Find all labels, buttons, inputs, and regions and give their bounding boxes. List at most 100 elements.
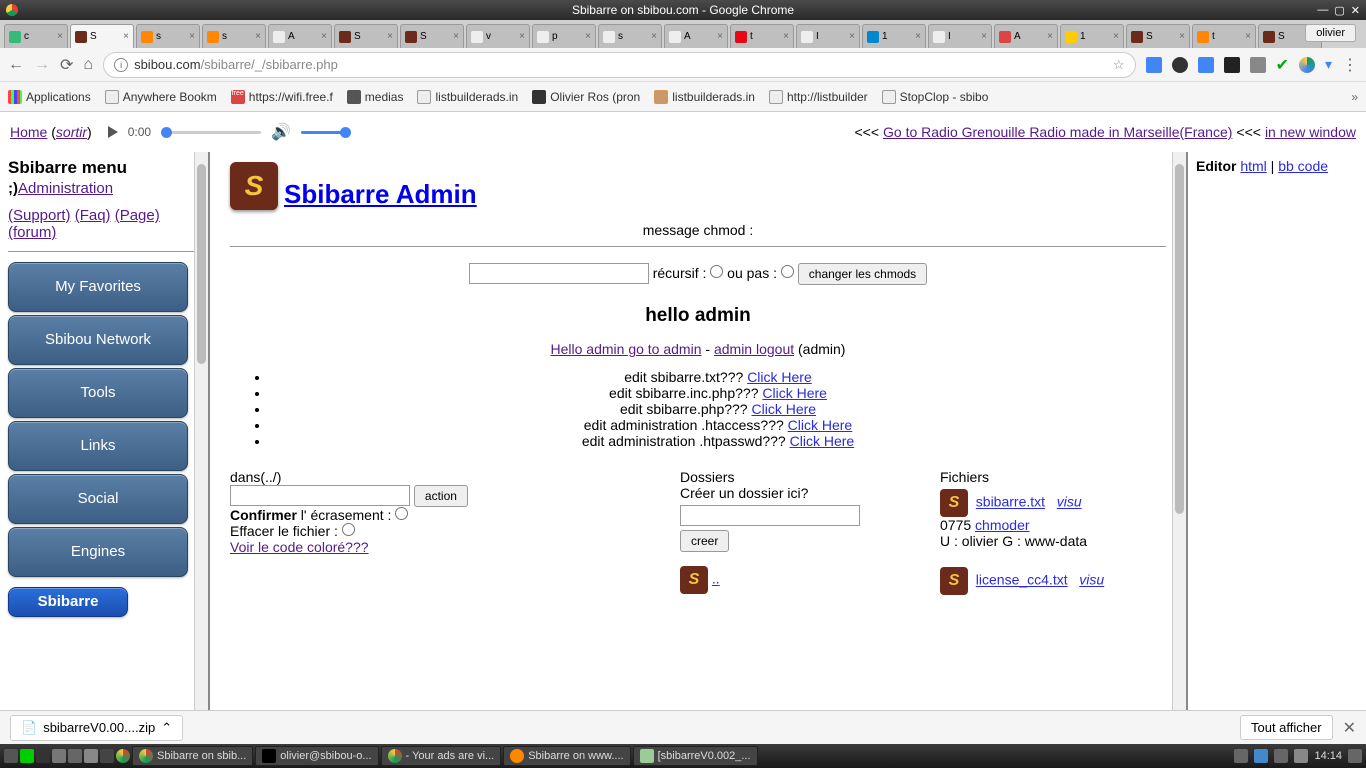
profile-button[interactable]: olivier [1305,24,1356,42]
taskbar-item[interactable]: olivier@sbibou-o... [255,746,378,766]
menu-network[interactable]: Sbibou Network [8,315,188,365]
tab[interactable]: I× [796,24,860,48]
menu-social[interactable]: Social [8,474,188,524]
chevron-up-icon[interactable]: ⌃ [161,720,172,736]
address-bar[interactable]: i sbibou.com/sbibarre/_/sbibarre.php ☆ [103,52,1135,78]
file-link[interactable]: license_cc4.txt [976,572,1068,588]
menu-tools[interactable]: Tools [8,368,188,418]
ext-icon[interactable] [1224,57,1240,73]
admin-link[interactable]: Administration [18,180,113,197]
audio-player[interactable]: 0:00 🔊 [100,118,359,146]
forum-link[interactable]: (forum) [8,224,56,241]
tb-icon[interactable] [100,749,114,763]
bookmark-item[interactable]: listbuilderads.in [654,90,755,104]
home-link[interactable]: Home [10,124,47,140]
taskbar-item[interactable]: Sbibarre on www.... [503,746,630,766]
chrome-icon[interactable] [116,749,130,763]
minimize-icon[interactable]: — [1317,4,1328,17]
tab[interactable]: s× [136,24,200,48]
action-button[interactable]: action [414,485,468,507]
ext-icon[interactable] [1146,57,1162,73]
close-icon[interactable]: ✕ [1351,4,1360,17]
html-link[interactable]: html [1240,158,1266,174]
ext-icon[interactable] [1198,57,1214,73]
tab[interactable]: v× [466,24,530,48]
bookmark-item[interactable]: medias [347,90,404,104]
download-item[interactable]: 📄 sbibarreV0.00....zip ⌃ [10,715,183,741]
bookmark-item[interactable]: Olivier Ros (pron [532,90,640,104]
main-scrollbar[interactable] [1172,152,1186,714]
visu-link[interactable]: visu [1057,494,1082,510]
site-info-icon[interactable]: i [114,58,128,72]
reload-icon[interactable]: ⟳ [60,55,73,75]
logout-link[interactable]: admin logout [714,341,794,357]
tab-active[interactable]: S× [70,24,134,48]
forward-icon[interactable]: → [34,56,50,74]
visu-link[interactable]: visu [1079,572,1104,588]
taskbar-item[interactable]: Sbibarre on sbib... [132,746,253,766]
volume-icon[interactable]: 🔊 [271,122,291,142]
recursif-radio[interactable] [710,265,723,278]
delete-radio[interactable] [342,523,355,536]
back-icon[interactable]: ← [8,56,24,74]
goto-admin-link[interactable]: Hello admin go to admin [551,341,702,357]
bookmark-overflow-icon[interactable]: » [1351,90,1358,104]
taskbar-item[interactable]: [sbibarreV0.002_... [633,746,758,766]
chmod-input[interactable] [469,263,649,284]
chmoder-link[interactable]: chmoder [975,517,1029,533]
tab[interactable]: S× [334,24,398,48]
show-all-downloads[interactable]: Tout afficher [1240,715,1333,740]
parent-dir-link[interactable]: .. [712,571,720,587]
new-window-link[interactable]: in new window [1265,124,1356,140]
tab[interactable]: S× [1126,24,1190,48]
bookmark-item[interactable]: http://listbuilder [769,90,868,104]
ext-icon[interactable] [1250,57,1266,73]
tray-icon[interactable] [1234,749,1248,763]
edit-link[interactable]: Click Here [790,433,855,449]
edit-link[interactable]: Click Here [747,369,812,385]
home-icon[interactable]: ⌂ [83,56,93,74]
bbcode-link[interactable]: bb code [1278,158,1328,174]
play-icon[interactable] [108,126,118,138]
folder-input[interactable] [680,505,860,526]
bookmark-item[interactable]: Anywhere Bookm [105,90,217,104]
ext-icon[interactable]: ▾ [1325,56,1332,73]
tb-icon[interactable] [68,749,82,763]
tab[interactable]: s× [598,24,662,48]
seek-slider[interactable] [161,131,261,134]
edit-link[interactable]: Click Here [762,385,827,401]
confirm-radio[interactable] [395,507,408,520]
menu-favorites[interactable]: My Favorites [8,262,188,312]
tray-icon[interactable] [1254,749,1268,763]
tab[interactable]: c× [4,24,68,48]
tab[interactable]: 1× [862,24,926,48]
support-link[interactable]: (Support) [8,207,71,224]
tray-icon[interactable] [1348,749,1362,763]
tb-icon[interactable] [52,749,66,763]
creer-button[interactable]: creer [680,530,729,552]
menu-engines[interactable]: Engines [8,527,188,577]
start-icon[interactable] [4,749,18,763]
menu-links[interactable]: Links [8,421,188,471]
tab[interactable]: t× [730,24,794,48]
faq-link[interactable]: (Faq) [75,207,111,224]
tb-icon[interactable] [84,749,98,763]
page-link[interactable]: (Page) [115,207,160,224]
menu-icon[interactable]: ⋮ [1342,55,1358,75]
sortir-link[interactable]: sortir [56,124,87,140]
chmod-button[interactable]: changer les chmods [798,263,927,285]
bookmark-item[interactable]: freehttps://wifi.free.f [231,90,333,104]
ext-icon[interactable]: ✔ [1276,55,1289,75]
maximize-icon[interactable]: ▢ [1334,4,1344,17]
tray-icon[interactable] [1294,749,1308,763]
tab[interactable]: p× [532,24,596,48]
ext-icon[interactable] [1172,57,1188,73]
tray-icon[interactable] [1274,749,1288,763]
tab[interactable]: s× [202,24,266,48]
clock[interactable]: 14:14 [1314,750,1342,762]
tb-icon[interactable] [20,749,34,763]
bookmark-item[interactable]: StopClop - sbibo [882,90,989,104]
tb-icon[interactable] [36,749,50,763]
bookmark-item[interactable]: listbuilderads.in [417,90,518,104]
apps-button[interactable]: Applications [8,90,91,104]
